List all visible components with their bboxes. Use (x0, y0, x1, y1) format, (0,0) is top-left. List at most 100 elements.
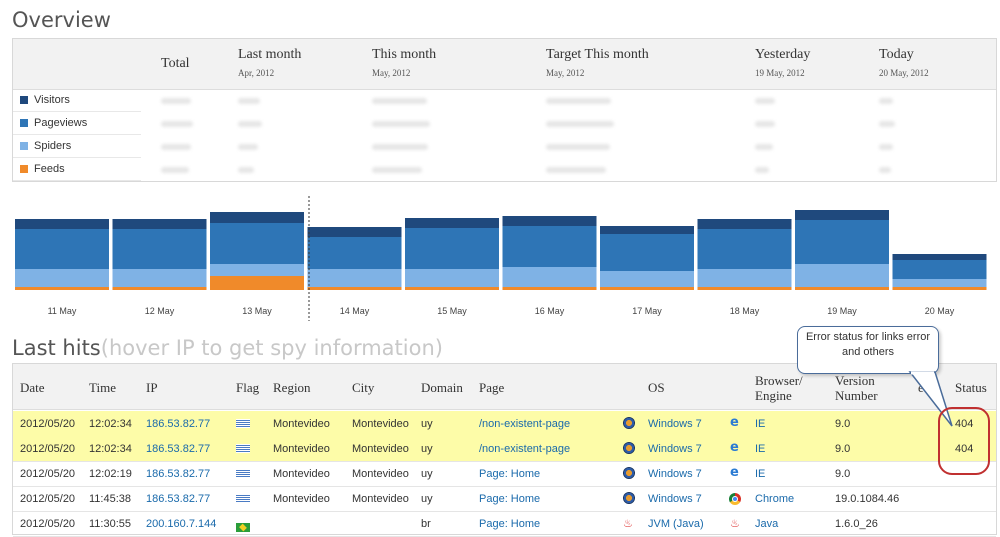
overview-row-name: Visitors (34, 94, 70, 106)
overview-row-name: Spiders (34, 140, 72, 152)
obscured-value (372, 144, 428, 150)
hit-time: 11:30:55 (89, 518, 132, 530)
obscured-value (546, 144, 610, 150)
hit-os-link[interactable]: Windows 7 (648, 418, 702, 430)
hit-page-link[interactable]: /non-existent-page (479, 443, 570, 455)
overview-column-subheader: May, 2012 (372, 68, 411, 78)
obscured-value (879, 144, 893, 150)
hit-browser-link[interactable]: IE (755, 468, 765, 480)
hit-domain: uy (421, 468, 433, 480)
hit-ip-link[interactable]: 186.53.82.77 (146, 418, 210, 430)
obscured-value (879, 121, 895, 127)
hit-city: Montevideo (352, 468, 409, 480)
overview-column-header: Target This month (546, 47, 649, 62)
row-divider (13, 134, 141, 135)
chart-bar-segment-pageviews (112, 229, 207, 269)
hit-browser-link[interactable]: IE (755, 443, 765, 455)
obscured-value (546, 98, 611, 104)
windows-icon (623, 417, 635, 429)
daily-stats-chart: 11 May 12 May 13 May 14 May 15 May 16 May 17 M… (15, 196, 987, 321)
chart-x-tick-label: 16 May (535, 306, 565, 316)
chart-bar-segment-visitors (112, 219, 207, 229)
hit-ip-link[interactable]: 186.53.82.77 (146, 493, 210, 505)
obscured-value (755, 121, 775, 127)
hit-ip-link[interactable]: 200.160.7.144 (146, 518, 216, 530)
table-row[interactable]: 2012/05/20 12:02:19 186.53.82.77 Montevideo… (13, 461, 996, 487)
overview-table: Total Last month Apr, 2012 This month May, 2… (12, 38, 997, 182)
hit-page-link[interactable]: Page: Home (479, 493, 540, 505)
hit-region: Montevideo (273, 493, 330, 505)
flag-uy-icon (236, 444, 250, 453)
last-hits-heading: Last hits (12, 336, 101, 360)
hit-browser-link[interactable]: Chrome (755, 493, 794, 505)
overview-title: Overview (12, 8, 111, 32)
legend-swatch (20, 142, 28, 151)
chart-bar-segment-feeds (405, 287, 499, 290)
hit-browser-link[interactable]: IE (755, 418, 765, 430)
overview-row-name: Pageviews (34, 117, 88, 129)
chart-bar-segment-pageviews (307, 237, 402, 269)
hit-os-link[interactable]: Windows 7 (648, 493, 702, 505)
obscured-value (546, 121, 614, 127)
chart-x-tick-label: 14 May (340, 306, 370, 316)
obscured-value (879, 167, 891, 173)
hit-version: 9.0 (835, 443, 851, 455)
chart-bar-segment-feeds (307, 287, 402, 290)
hit-os-link[interactable]: Windows 7 (648, 443, 702, 455)
chart-x-tick-label: 15 May (437, 306, 467, 316)
hit-ip-link[interactable]: 186.53.82.77 (146, 443, 210, 455)
table-row[interactable]: 2012/05/20 12:02:34 186.53.82.77 Montevideo… (13, 411, 996, 437)
hit-browser-link[interactable]: Java (755, 518, 778, 530)
windows-icon (623, 492, 635, 504)
chart-bar-segment-feeds (697, 287, 792, 290)
hit-page-link[interactable]: Page: Home (479, 518, 540, 530)
chart-bar-segment-spiders (697, 269, 792, 287)
chart-bar-segment-feeds (795, 287, 889, 290)
hit-time: 12:02:34 (89, 443, 132, 455)
chart-bar-segment-spiders (210, 264, 304, 276)
obscured-value (238, 98, 260, 104)
hits-column-header: City (352, 380, 375, 395)
obscured-value (755, 144, 773, 150)
hit-time: 12:02:19 (89, 468, 132, 480)
chart-bar-segment-spiders (600, 271, 694, 287)
flag-uy-icon (236, 494, 250, 503)
hit-page-link[interactable]: Page: Home (479, 468, 540, 480)
overview-column-subheader: 20 May, 2012 (879, 68, 929, 78)
hit-version: 9.0 (835, 468, 851, 480)
chart-bar-segment-feeds (892, 287, 987, 290)
chart-bar-segment-visitors (405, 218, 499, 228)
obscured-value (238, 121, 262, 127)
chart-bar-segment-visitors (600, 226, 694, 234)
obscured-value (161, 121, 193, 127)
row-divider (13, 180, 141, 181)
hit-os-link[interactable]: Windows 7 (648, 468, 702, 480)
chart-x-tick-label: 17 May (632, 306, 662, 316)
last-hits-title: Last hits(hover IP to get spy informatio… (12, 336, 443, 360)
hit-time: 12:02:34 (89, 418, 132, 430)
overview-row-label: Pageviews (20, 117, 87, 129)
hit-date: 2012/05/20 (20, 468, 76, 480)
hit-version: 1.6.0_26 (835, 518, 878, 530)
hits-column-header: OS (648, 380, 665, 395)
overview-column-subheader: May, 2012 (546, 68, 585, 78)
hit-domain: uy (421, 443, 433, 455)
table-row[interactable]: 2012/05/20 12:02:34 186.53.82.77 Montevideo… (13, 436, 996, 462)
table-row[interactable]: 2012/05/20 11:30:55 200.160.7.144 br Page: H… (13, 511, 996, 537)
hit-ip-link[interactable]: 186.53.82.77 (146, 468, 210, 480)
chart-bar-segment-pageviews (892, 260, 987, 279)
hit-page-link[interactable]: /non-existent-page (479, 418, 570, 430)
hit-domain: uy (421, 418, 433, 430)
chart-x-tick-label: 12 May (145, 306, 175, 316)
chart-bar-segment-feeds (15, 287, 109, 290)
hit-domain: uy (421, 493, 433, 505)
table-row[interactable]: 2012/05/20 11:45:38 186.53.82.77 Montevideo… (13, 486, 996, 512)
overview-column-header: This month (372, 47, 437, 62)
obscured-value (161, 167, 189, 173)
obscured-value (755, 167, 769, 173)
hit-city: Montevideo (352, 493, 409, 505)
hit-os-link[interactable]: JVM (Java) (648, 518, 704, 530)
overview-column-header: Total (161, 56, 190, 71)
chart-bar-segment-visitors (307, 227, 402, 237)
chart-bar-segment-visitors (210, 212, 304, 223)
